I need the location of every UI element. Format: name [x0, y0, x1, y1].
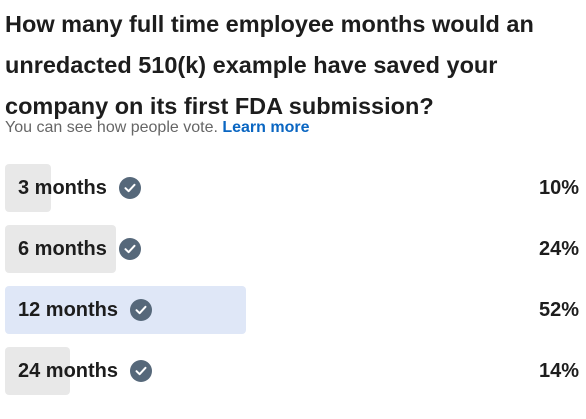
option-content: 24 months: [18, 347, 153, 395]
poll-option-3-months[interactable]: 3 months 10%: [5, 164, 579, 212]
learn-more-link[interactable]: Learn more: [222, 119, 309, 136]
poll-options: 3 months 10% 6 months 24% 12 months 52% …: [5, 164, 579, 408]
option-label: 3 months: [18, 176, 107, 199]
option-label: 24 months: [18, 359, 119, 382]
option-label: 12 months: [18, 298, 119, 321]
option-content: 3 months: [18, 164, 141, 212]
option-percent: 14%: [538, 359, 579, 382]
option-content: 6 months: [18, 225, 141, 273]
option-percent: 52%: [538, 298, 579, 321]
poll-option-12-months[interactable]: 12 months 52%: [5, 286, 579, 334]
check-circle-icon: [118, 177, 141, 199]
check-circle-icon: [130, 299, 153, 321]
visibility-note-text: You can see how people vote.: [5, 119, 218, 136]
check-circle-icon: [130, 360, 153, 382]
check-circle-icon: [118, 238, 141, 260]
poll-visibility-note: You can see how people vote. Learn more: [5, 117, 310, 139]
option-percent: 10%: [538, 176, 579, 199]
poll-card: How many full time employee months would…: [0, 0, 586, 419]
poll-option-6-months[interactable]: 6 months 24%: [5, 225, 579, 273]
poll-option-24-months[interactable]: 24 months 14%: [5, 347, 579, 395]
option-percent: 24%: [538, 237, 579, 260]
option-content: 12 months: [18, 286, 153, 334]
option-label: 6 months: [18, 237, 107, 260]
poll-question: How many full time employee months would…: [5, 11, 534, 119]
